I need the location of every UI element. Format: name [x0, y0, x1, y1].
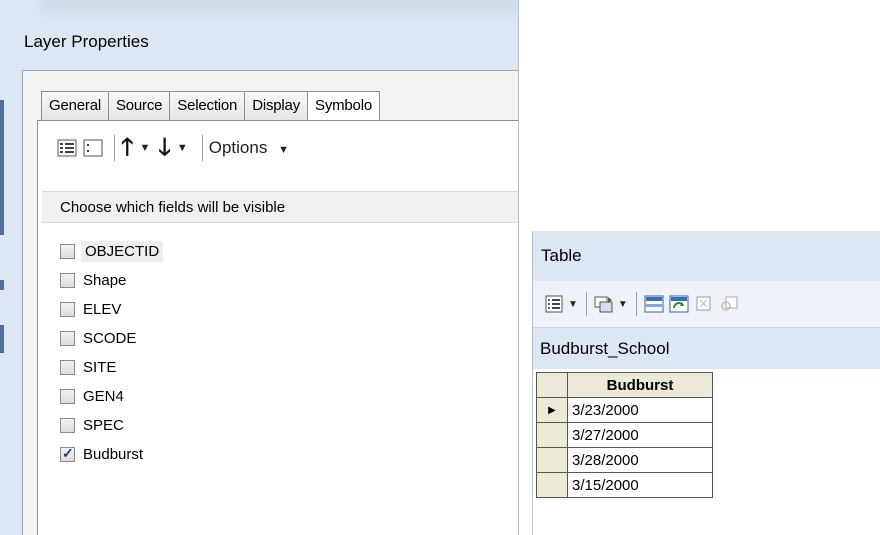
- related-tables-icon[interactable]: [593, 293, 615, 315]
- field-label: GEN4: [83, 388, 124, 405]
- table-row[interactable]: 3/15/2000: [536, 472, 713, 498]
- table-header-row: Budburst: [536, 372, 713, 398]
- fields-tab-page: 🡑 ▼ 🡓 ▼ Options ▼ Choose which fields wi…: [37, 120, 518, 535]
- tab-display[interactable]: Display: [244, 91, 309, 120]
- list-item[interactable]: SPEC: [60, 411, 360, 440]
- tab-source[interactable]: Source: [107, 91, 171, 120]
- list-item[interactable]: OBJECTID: [60, 237, 360, 266]
- window-edge: [0, 100, 4, 235]
- table-cell[interactable]: 3/27/2000: [567, 422, 713, 448]
- field-checkbox[interactable]: [60, 331, 75, 346]
- field-checkbox-checked[interactable]: [60, 445, 75, 462]
- field-label: OBJECTID: [81, 241, 164, 262]
- tab-selection[interactable]: Selection: [169, 91, 246, 120]
- list-item[interactable]: ELEV: [60, 295, 360, 324]
- window-edge: [0, 280, 4, 290]
- toolbar-separator: [201, 135, 203, 161]
- list-item[interactable]: SCODE: [60, 324, 360, 353]
- fields-toolbar: 🡑 ▼ 🡓 ▼ Options ▼: [56, 133, 289, 163]
- row-selector[interactable]: [536, 422, 568, 448]
- field-checkbox[interactable]: [60, 244, 75, 259]
- attribute-table: Budburst ▶ 3/23/2000 3/27/2000 3/28/2000…: [536, 372, 713, 498]
- chevron-down-icon[interactable]: ▼: [618, 299, 628, 310]
- list-item[interactable]: Shape: [60, 266, 360, 295]
- zoom-to-selected-icon[interactable]: [718, 293, 740, 315]
- table-cell[interactable]: 3/28/2000: [567, 447, 713, 473]
- list-by-name-icon[interactable]: [56, 137, 78, 159]
- field-checkbox[interactable]: [60, 389, 75, 404]
- table-window-title: Table: [533, 231, 880, 281]
- move-up-icon[interactable]: 🡑: [121, 136, 133, 160]
- field-checkbox[interactable]: [60, 418, 75, 433]
- table-options-icon[interactable]: [543, 293, 565, 315]
- field-label: Budburst: [83, 446, 144, 463]
- tab-symbology[interactable]: Symbolo: [307, 91, 380, 122]
- window-edge: [0, 325, 4, 353]
- tab-strip: General Source Selection Display Symbolo: [41, 91, 380, 122]
- chevron-down-icon[interactable]: ▼: [568, 299, 578, 310]
- field-label: SPEC: [83, 417, 124, 434]
- table-row[interactable]: 3/28/2000: [536, 447, 713, 473]
- move-down-icon[interactable]: 🡓: [158, 136, 170, 160]
- table-row[interactable]: 3/27/2000: [536, 422, 713, 448]
- field-label: Shape: [83, 272, 127, 289]
- chevron-down-icon: ▼: [278, 144, 289, 156]
- table-cell[interactable]: 3/23/2000: [567, 397, 713, 423]
- field-label: ELEV: [83, 301, 122, 318]
- chevron-down-icon[interactable]: ▼: [177, 142, 188, 154]
- list-item[interactable]: Budburst: [60, 440, 360, 469]
- options-menu-button[interactable]: Options ▼: [209, 138, 289, 158]
- field-checkbox[interactable]: [60, 302, 75, 317]
- layer-properties-window: Layer Properties General Source Selectio…: [0, 0, 519, 535]
- choose-fields-header: Choose which fields will be visible: [42, 191, 518, 223]
- field-label: SITE: [83, 359, 117, 376]
- options-label: Options: [208, 138, 268, 157]
- table-tab-name: Budburst_School: [533, 327, 880, 369]
- dialog-title: Layer Properties: [24, 32, 149, 51]
- table-window: Table ▼ ▼ Budburst_School Budburst ▶ 3/2…: [532, 231, 880, 535]
- row-selector[interactable]: [536, 472, 568, 498]
- field-checkbox[interactable]: [60, 360, 75, 375]
- table-cell[interactable]: 3/15/2000: [567, 472, 713, 498]
- list-item[interactable]: SITE: [60, 353, 360, 382]
- current-row-marker-icon[interactable]: ▶: [536, 397, 568, 423]
- clear-selection-icon[interactable]: [693, 293, 715, 315]
- chevron-down-icon[interactable]: ▼: [139, 142, 150, 154]
- tab-general[interactable]: General: [41, 91, 109, 120]
- row-selector[interactable]: [536, 447, 568, 473]
- column-header-budburst[interactable]: Budburst: [567, 372, 713, 398]
- table-toolbar: ▼ ▼: [533, 281, 880, 327]
- toolbar-separator: [585, 292, 587, 316]
- field-label: SCODE: [83, 330, 137, 347]
- list-item[interactable]: GEN4: [60, 382, 360, 411]
- table-row[interactable]: ▶ 3/23/2000: [536, 397, 713, 423]
- field-checkbox[interactable]: [60, 273, 75, 288]
- background-toolbar-blur: [40, 0, 518, 22]
- toolbar-separator: [635, 292, 637, 316]
- field-list: OBJECTID Shape ELEV SCODE SITE GEN4 SPEC…: [60, 237, 360, 469]
- select-by-attributes-icon[interactable]: [643, 293, 665, 315]
- list-by-alias-icon[interactable]: [82, 137, 104, 159]
- dialog-body: General Source Selection Display Symbolo: [22, 70, 518, 535]
- row-selector-header[interactable]: [536, 372, 568, 398]
- toolbar-separator: [114, 135, 115, 161]
- switch-selection-icon[interactable]: [668, 293, 690, 315]
